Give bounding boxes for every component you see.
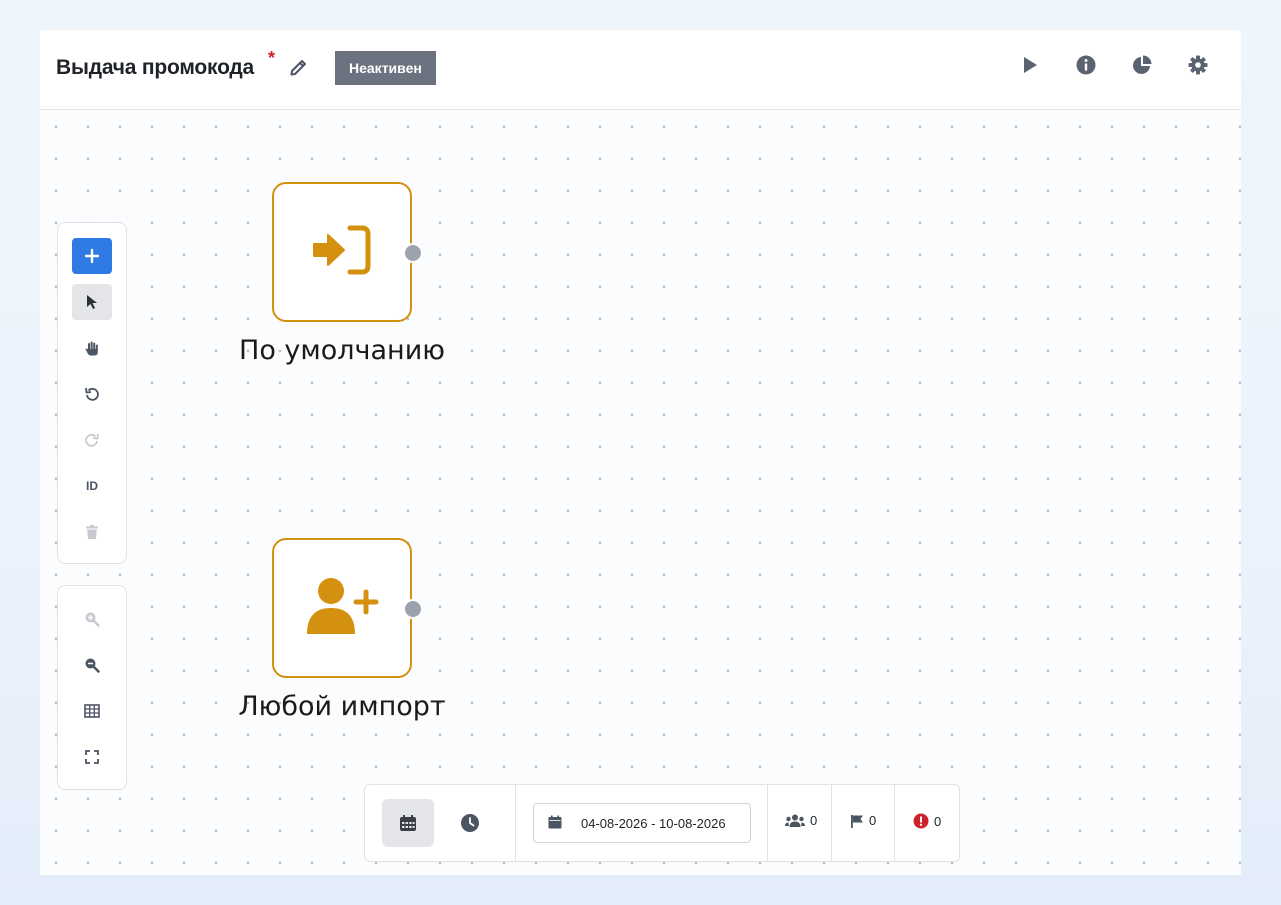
date-range-field[interactable]: 04-08-2026 - 10-08-2026 (533, 803, 751, 843)
divider (831, 785, 832, 861)
hand-tool-button[interactable] (72, 330, 112, 366)
id-toggle-button[interactable]: ID (72, 468, 112, 504)
node-label: Любой импорт (238, 691, 446, 722)
zoom-in-button[interactable] (72, 601, 112, 637)
divider (515, 785, 516, 861)
users-icon (785, 814, 805, 827)
workflow-canvas[interactable] (40, 111, 1241, 875)
gear-icon[interactable] (1187, 54, 1209, 76)
status-badge: Неактивен (335, 51, 436, 85)
users-count: 0 (810, 813, 818, 828)
node-any-import[interactable] (272, 538, 412, 678)
pie-chart-icon[interactable] (1131, 54, 1153, 76)
redo-button[interactable] (72, 422, 112, 458)
node-output-port[interactable] (403, 599, 423, 619)
user-plus-icon (305, 576, 379, 641)
flag-icon (851, 814, 863, 828)
errors-count: 0 (934, 813, 942, 829)
errors-stat[interactable]: 0 (913, 813, 941, 829)
error-icon (913, 813, 929, 829)
node-label: По умолчанию (239, 335, 445, 366)
app-window: Выдача промокода * Неактивен ID По умолч… (40, 30, 1241, 875)
header: Выдача промокода * Неактивен (40, 30, 1241, 110)
fullscreen-button[interactable] (72, 739, 112, 775)
date-range-value: 04-08-2026 - 10-08-2026 (581, 816, 726, 831)
zoom-panel (57, 585, 127, 790)
select-tool-button[interactable] (72, 284, 112, 320)
calendar-icon (548, 815, 562, 832)
flags-count: 0 (869, 813, 877, 828)
page-title: Выдача промокода (56, 56, 255, 79)
undo-button[interactable] (72, 376, 112, 412)
node-output-port[interactable] (403, 243, 423, 263)
tool-panel: ID (57, 222, 127, 564)
play-icon[interactable] (1019, 54, 1041, 76)
zoom-out-button[interactable] (72, 647, 112, 683)
required-mark: * (268, 48, 276, 68)
delete-button[interactable] (72, 514, 112, 550)
clock-view-button[interactable] (444, 799, 496, 847)
users-stat[interactable]: 0 (785, 813, 817, 828)
pencil-icon[interactable] (288, 56, 310, 78)
info-icon[interactable] (1075, 54, 1097, 76)
bottom-bar: 04-08-2026 - 10-08-2026 0 0 0 (364, 784, 960, 862)
grid-toggle-button[interactable] (72, 693, 112, 729)
divider (767, 785, 768, 861)
flags-stat[interactable]: 0 (850, 813, 876, 828)
node-default-trigger[interactable] (272, 182, 412, 322)
sign-in-icon (312, 224, 372, 281)
id-label: ID (86, 479, 98, 493)
add-node-button[interactable] (72, 238, 112, 274)
calendar-view-button[interactable] (382, 799, 434, 847)
divider (894, 785, 895, 861)
